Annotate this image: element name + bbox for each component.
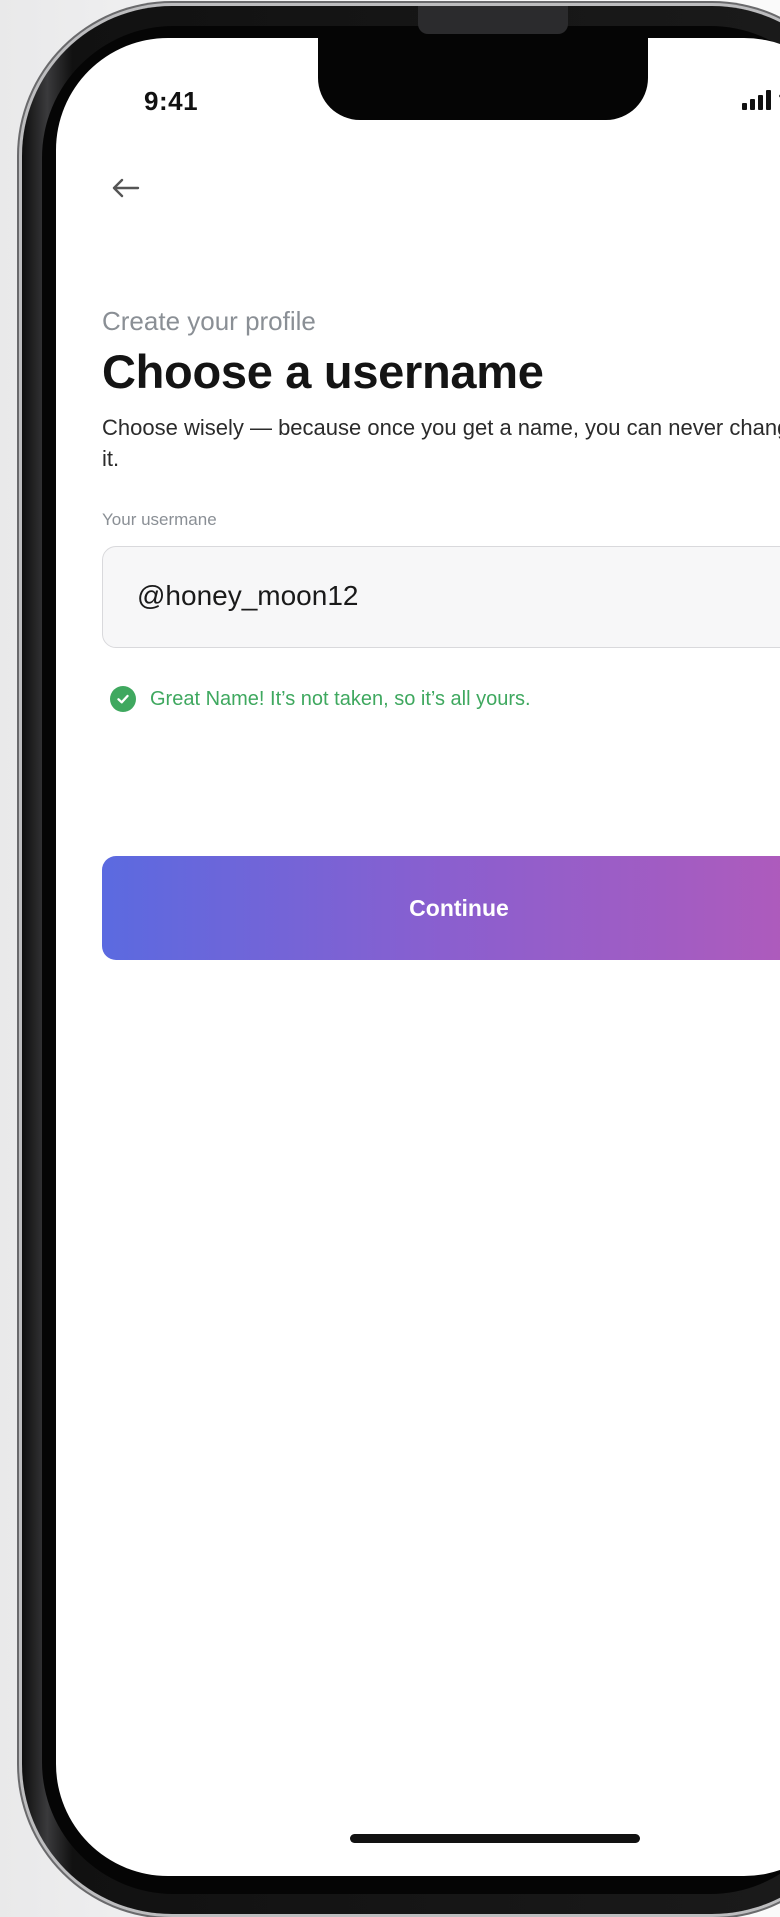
page-description: Choose wisely — because once you get a n… — [102, 415, 780, 471]
cellular-signal-icon — [742, 90, 771, 110]
arrow-left-icon[interactable] — [108, 170, 144, 206]
validation-message: Great Name! It’s not taken, so it’s all … — [110, 686, 531, 712]
status-icons — [742, 88, 780, 110]
check-circle-icon — [110, 686, 136, 712]
username-input[interactable]: @honey_moon12 — [102, 546, 780, 648]
status-time: 9:41 — [144, 86, 199, 116]
home-indicator[interactable] — [350, 1834, 640, 1843]
speaker-grille — [418, 6, 568, 34]
stage: 9:41 Create your profile Choose a userna… — [0, 0, 780, 1917]
username-field-label: Your usermane — [102, 510, 217, 529]
notch — [318, 38, 648, 120]
phone-screen: 9:41 Create your profile Choose a userna… — [56, 38, 780, 1876]
username-input-value: @honey_moon12 — [137, 580, 359, 611]
continue-button-label: Continue — [409, 894, 509, 921]
page-title: Choose a username — [102, 345, 544, 398]
validation-text: Great Name! It’s not taken, so it’s all … — [150, 687, 531, 710]
step-label: Create your profile — [102, 306, 316, 336]
continue-button[interactable]: Continue — [102, 856, 780, 960]
